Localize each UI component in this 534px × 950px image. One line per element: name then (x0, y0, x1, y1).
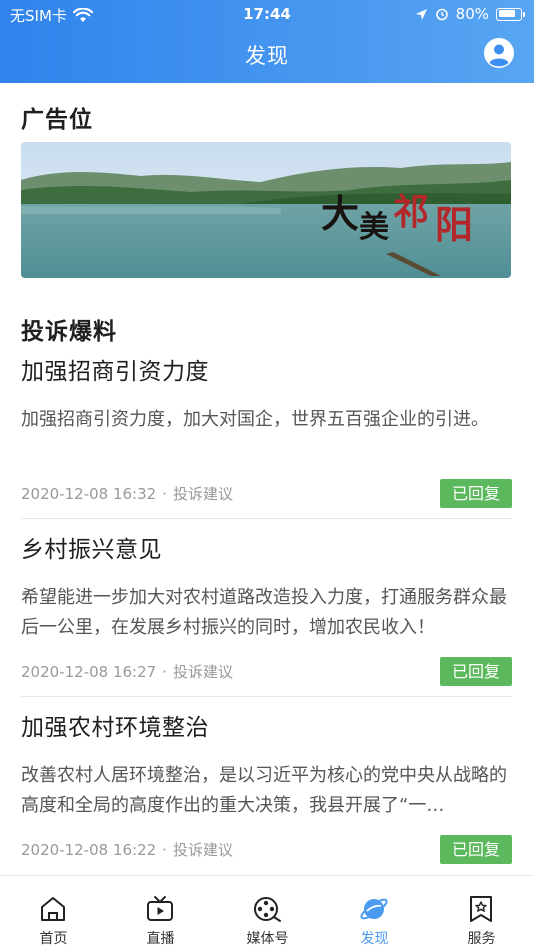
complaint-category: 投诉建议 (172, 485, 233, 503)
complaints-section-title: 投诉爆料 (21, 319, 117, 345)
tab-label: 服务 (467, 931, 496, 947)
tab-discover[interactable]: 发现 (321, 876, 428, 950)
complaint-item[interactable]: 乡村振兴意见 希望能进一步加大对农村道路改造投入力度，打通服务群众最后一公里，在… (21, 533, 512, 687)
status-badge: 已回复 (440, 479, 512, 508)
complaint-item[interactable]: 加强招商引资力度 加强招商引资力度，加大对国企，世界五百强企业的引进。 2020… (21, 355, 512, 509)
location-arrow-icon (415, 8, 427, 20)
banner-text-2: 美 (359, 210, 389, 245)
complaint-meta: 2020-12-08 16:22 · 投诉建议 已回复 (21, 835, 512, 865)
complaint-date: 2020-12-08 16:32 (21, 485, 157, 503)
ad-banner-image: 大 美 祁 阳 (21, 142, 511, 278)
planet-icon (360, 898, 388, 920)
complaint-date: 2020-12-08 16:22 (21, 841, 157, 859)
film-reel-icon (254, 897, 281, 922)
meta-separator: · (162, 485, 167, 503)
banner-text-1: 大 (321, 191, 359, 236)
divider (21, 696, 512, 697)
status-bar: 无SIM卡 17:44 80% (0, 0, 534, 28)
ad-banner[interactable]: 大 美 祁 阳 (21, 142, 511, 278)
status-badge: 已回复 (440, 835, 512, 864)
battery-icon (496, 7, 525, 21)
tab-live[interactable]: 直播 (107, 876, 214, 950)
tv-icon (147, 896, 173, 921)
complaint-body: 希望能进一步加大对农村道路改造投入力度，打通服务群众最后一公里，在发展乡村振兴的… (21, 587, 507, 638)
app-header: 无SIM卡 17:44 80% 发现 (0, 0, 534, 83)
ad-section-title: 广告位 (21, 107, 93, 133)
tab-label: 发现 (360, 931, 389, 947)
banner-text-4: 阳 (435, 202, 473, 247)
home-icon (41, 897, 65, 921)
battery-fill (498, 10, 515, 17)
tab-home[interactable]: 首页 (0, 876, 107, 950)
alarm-clock-icon (435, 8, 448, 21)
status-badge: 已回复 (440, 657, 512, 686)
complaint-date: 2020-12-08 16:27 (21, 663, 157, 681)
tab-label: 首页 (39, 931, 68, 947)
complaint-title: 乡村振兴意见 (21, 537, 162, 563)
status-right: 80% (415, 5, 525, 23)
complaint-title: 加强农村环境整治 (21, 715, 209, 741)
tab-label: 直播 (146, 931, 175, 947)
bottom-tab-bar: 首页 直播 媒体号 发现 服务 (0, 875, 534, 950)
bookmark-star-icon (470, 896, 492, 922)
complaint-meta: 2020-12-08 16:27 · 投诉建议 已回复 (21, 657, 512, 687)
complaint-item[interactable]: 加强农村环境整治 改善农村人居环境整治，是以习近平为核心的党中央从战略的高度和全… (21, 711, 512, 865)
meta-separator: · (162, 663, 167, 681)
complaint-body: 加强招商引资力度，加大对国企，世界五百强企业的引进。 (21, 409, 489, 430)
page-title: 发现 (245, 44, 289, 68)
tab-media[interactable]: 媒体号 (214, 876, 321, 950)
complaint-meta: 2020-12-08 16:32 · 投诉建议 已回复 (21, 479, 512, 509)
banner-text-3: 祁 (393, 191, 429, 233)
meta-separator: · (162, 841, 167, 859)
user-circle-icon[interactable] (483, 37, 515, 69)
complaint-category: 投诉建议 (172, 841, 233, 859)
battery-percent: 80% (455, 5, 489, 23)
tab-label: 媒体号 (246, 931, 289, 947)
complaint-category: 投诉建议 (172, 663, 233, 681)
complaint-body: 改善农村人居环境整治，是以习近平为核心的党中央从战略的高度和全局的高度作出的重大… (21, 765, 507, 816)
complaint-title: 加强招商引资力度 (21, 359, 209, 385)
tab-services[interactable]: 服务 (428, 876, 534, 950)
divider (21, 518, 512, 519)
